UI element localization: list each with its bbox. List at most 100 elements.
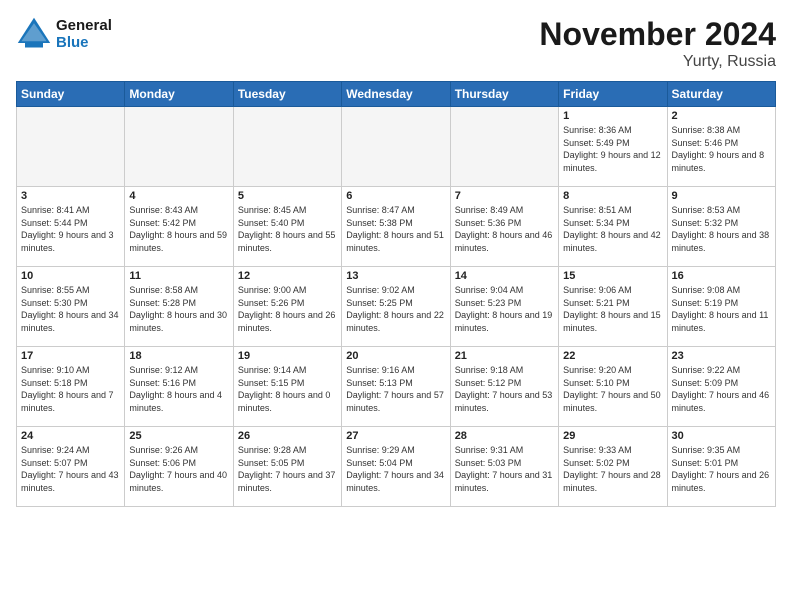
day-number: 24 [21, 430, 120, 442]
day-info: Sunrise: 8:47 AM Sunset: 5:38 PM Dayligh… [346, 204, 445, 254]
weekday-header-wednesday: Wednesday [342, 82, 450, 107]
logo: General Blue [16, 16, 112, 52]
day-info: Sunrise: 9:26 AM Sunset: 5:06 PM Dayligh… [129, 444, 228, 494]
week-row-3: 10Sunrise: 8:55 AM Sunset: 5:30 PM Dayli… [17, 267, 776, 347]
day-info: Sunrise: 9:20 AM Sunset: 5:10 PM Dayligh… [563, 364, 662, 414]
day-number: 5 [238, 190, 337, 202]
day-number: 11 [129, 270, 228, 282]
day-info: Sunrise: 8:43 AM Sunset: 5:42 PM Dayligh… [129, 204, 228, 254]
calendar-cell: 10Sunrise: 8:55 AM Sunset: 5:30 PM Dayli… [17, 267, 125, 347]
day-info: Sunrise: 8:49 AM Sunset: 5:36 PM Dayligh… [455, 204, 554, 254]
calendar-cell: 22 Sunrise: 9:20 AM Sunset: 5:10 PM Dayli… [559, 347, 667, 427]
calendar-cell: 1 Sunrise: 8:36 AM Sunset: 5:49 PM Daylig… [559, 107, 667, 187]
day-number: 17 [21, 350, 120, 362]
day-info: Sunrise: 9:33 AM Sunset: 5:02 PM Dayligh… [563, 444, 662, 494]
day-info: Sunrise: 9:18 AM Sunset: 5:12 PM Dayligh… [455, 364, 554, 414]
day-number: 30 [672, 430, 771, 442]
calendar-cell [125, 107, 233, 187]
weekday-header-friday: Friday [559, 82, 667, 107]
day-info: Sunrise: 8:41 AM Sunset: 5:44 PM Dayligh… [21, 204, 120, 254]
day-info: Sunrise: 9:04 AM Sunset: 5:23 PM Dayligh… [455, 284, 554, 334]
day-info: Sunrise: 9:08 AM Sunset: 5:19 PM Dayligh… [672, 284, 771, 334]
day-number: 21 [455, 350, 554, 362]
day-info: Sunrise: 8:51 AM Sunset: 5:34 PM Dayligh… [563, 204, 662, 254]
day-number: 29 [563, 430, 662, 442]
logo-text: General Blue [56, 17, 112, 51]
week-row-1: 1 Sunrise: 8:36 AM Sunset: 5:49 PM Daylig… [17, 107, 776, 187]
calendar-cell: 27Sunrise: 9:29 AM Sunset: 5:04 PM Dayli… [342, 427, 450, 507]
day-info: Sunrise: 9:24 AM Sunset: 5:07 PM Dayligh… [21, 444, 120, 494]
day-number: 23 [672, 350, 771, 362]
week-row-2: 3 Sunrise: 8:41 AM Sunset: 5:44 PM Daylig… [17, 187, 776, 267]
calendar-cell: 7 Sunrise: 8:49 AM Sunset: 5:36 PM Daylig… [450, 187, 558, 267]
weekday-header-row: SundayMondayTuesdayWednesdayThursdayFrid… [17, 82, 776, 107]
calendar-cell: 11 Sunrise: 8:58 AM Sunset: 5:28 PM Dayli… [125, 267, 233, 347]
week-row-4: 17 Sunrise: 9:10 AM Sunset: 5:18 PM Dayli… [17, 347, 776, 427]
day-number: 19 [238, 350, 337, 362]
calendar-cell [233, 107, 341, 187]
calendar-cell: 8 Sunrise: 8:51 AM Sunset: 5:34 PM Daylig… [559, 187, 667, 267]
calendar-cell: 30 Sunrise: 9:35 AM Sunset: 5:01 PM Dayli… [667, 427, 775, 507]
calendar-cell: 29 Sunrise: 9:33 AM Sunset: 5:02 PM Dayli… [559, 427, 667, 507]
day-number: 28 [455, 430, 554, 442]
day-info: Sunrise: 9:06 AM Sunset: 5:21 PM Dayligh… [563, 284, 662, 334]
day-number: 2 [672, 110, 771, 122]
calendar-cell: 19 Sunrise: 9:14 AM Sunset: 5:15 PM Dayli… [233, 347, 341, 427]
weekday-header-monday: Monday [125, 82, 233, 107]
logo-icon [16, 16, 52, 52]
day-number: 18 [129, 350, 228, 362]
day-info: Sunrise: 8:38 AM Sunset: 5:46 PM Dayligh… [672, 124, 771, 174]
calendar-cell: 25 Sunrise: 9:26 AM Sunset: 5:06 PM Dayli… [125, 427, 233, 507]
calendar-cell: 24 Sunrise: 9:24 AM Sunset: 5:07 PM Dayli… [17, 427, 125, 507]
calendar-cell: 2 Sunrise: 8:38 AM Sunset: 5:46 PM Daylig… [667, 107, 775, 187]
day-info: Sunrise: 9:00 AM Sunset: 5:26 PM Dayligh… [238, 284, 337, 334]
calendar-cell: 17 Sunrise: 9:10 AM Sunset: 5:18 PM Dayli… [17, 347, 125, 427]
calendar-cell [17, 107, 125, 187]
weekday-header-saturday: Saturday [667, 82, 775, 107]
day-info: Sunrise: 9:35 AM Sunset: 5:01 PM Dayligh… [672, 444, 771, 494]
month-title: November 2024 [539, 16, 776, 53]
page: General Blue November 2024 Yurty, Russia… [0, 0, 792, 612]
day-info: Sunrise: 9:31 AM Sunset: 5:03 PM Dayligh… [455, 444, 554, 494]
day-number: 22 [563, 350, 662, 362]
day-number: 1 [563, 110, 662, 122]
day-number: 26 [238, 430, 337, 442]
day-info: Sunrise: 9:12 AM Sunset: 5:16 PM Dayligh… [129, 364, 228, 414]
calendar: SundayMondayTuesdayWednesdayThursdayFrid… [16, 81, 776, 507]
day-info: Sunrise: 9:10 AM Sunset: 5:18 PM Dayligh… [21, 364, 120, 414]
day-number: 16 [672, 270, 771, 282]
day-number: 4 [129, 190, 228, 202]
day-number: 9 [672, 190, 771, 202]
day-info: Sunrise: 8:55 AM Sunset: 5:30 PM Dayligh… [21, 284, 120, 334]
calendar-cell: 26Sunrise: 9:28 AM Sunset: 5:05 PM Dayli… [233, 427, 341, 507]
header: General Blue November 2024 Yurty, Russia [16, 16, 776, 71]
day-info: Sunrise: 8:53 AM Sunset: 5:32 PM Dayligh… [672, 204, 771, 254]
day-info: Sunrise: 9:22 AM Sunset: 5:09 PM Dayligh… [672, 364, 771, 414]
calendar-cell: 3 Sunrise: 8:41 AM Sunset: 5:44 PM Daylig… [17, 187, 125, 267]
weekday-header-sunday: Sunday [17, 82, 125, 107]
day-number: 3 [21, 190, 120, 202]
day-number: 13 [346, 270, 445, 282]
day-info: Sunrise: 9:14 AM Sunset: 5:15 PM Dayligh… [238, 364, 337, 414]
day-number: 27 [346, 430, 445, 442]
calendar-cell: 15 Sunrise: 9:06 AM Sunset: 5:21 PM Dayli… [559, 267, 667, 347]
day-number: 8 [563, 190, 662, 202]
calendar-cell [450, 107, 558, 187]
day-info: Sunrise: 9:02 AM Sunset: 5:25 PM Dayligh… [346, 284, 445, 334]
day-number: 12 [238, 270, 337, 282]
calendar-cell: 6 Sunrise: 8:47 AM Sunset: 5:38 PM Daylig… [342, 187, 450, 267]
day-number: 7 [455, 190, 554, 202]
day-info: Sunrise: 8:58 AM Sunset: 5:28 PM Dayligh… [129, 284, 228, 334]
calendar-cell: 14Sunrise: 9:04 AM Sunset: 5:23 PM Dayli… [450, 267, 558, 347]
day-number: 15 [563, 270, 662, 282]
day-number: 6 [346, 190, 445, 202]
location: Yurty, Russia [539, 53, 776, 71]
calendar-cell: 12 Sunrise: 9:00 AM Sunset: 5:26 PM Dayli… [233, 267, 341, 347]
calendar-cell: 20 Sunrise: 9:16 AM Sunset: 5:13 PM Dayli… [342, 347, 450, 427]
calendar-cell: 21 Sunrise: 9:18 AM Sunset: 5:12 PM Dayli… [450, 347, 558, 427]
day-number: 25 [129, 430, 228, 442]
day-info: Sunrise: 8:36 AM Sunset: 5:49 PM Dayligh… [563, 124, 662, 174]
day-number: 20 [346, 350, 445, 362]
calendar-cell [342, 107, 450, 187]
day-info: Sunrise: 9:16 AM Sunset: 5:13 PM Dayligh… [346, 364, 445, 414]
